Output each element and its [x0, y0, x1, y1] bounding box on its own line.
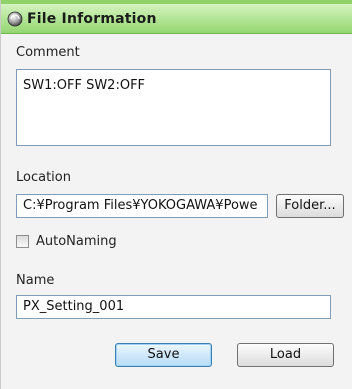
- comment-textarea[interactable]: SW1:OFF SW2:OFF: [16, 69, 331, 146]
- load-button[interactable]: Load: [237, 343, 334, 367]
- autonaming-label: AutoNaming: [36, 234, 117, 249]
- save-button[interactable]: Save: [115, 343, 212, 367]
- autonaming-checkbox[interactable]: [16, 235, 29, 248]
- panel-circle-icon: [7, 11, 23, 26]
- location-field[interactable]: C:¥Program Files¥YOKOGAWA¥Powe: [16, 194, 268, 218]
- name-field[interactable]: PX_Setting_001: [16, 295, 331, 319]
- folder-button[interactable]: Folder...: [276, 194, 344, 218]
- location-label: Location: [16, 170, 71, 185]
- panel-title-bar: File Information: [1, 4, 352, 34]
- panel-title: File Information: [27, 10, 157, 27]
- name-label: Name: [16, 273, 55, 288]
- file-information-panel: File Information Comment SW1:OFF SW2:OFF…: [0, 0, 352, 389]
- comment-label: Comment: [16, 45, 80, 60]
